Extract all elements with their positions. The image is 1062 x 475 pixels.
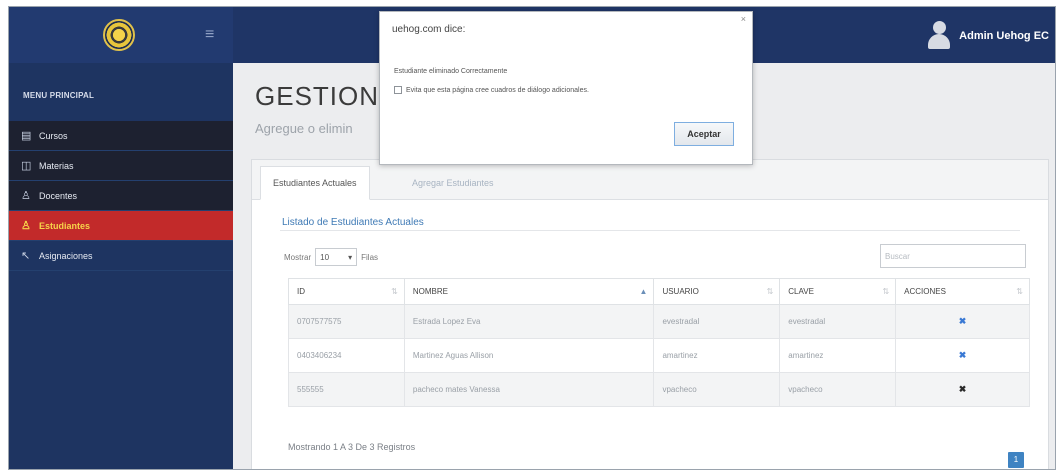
table-row: 0707577575 Estrada Lopez Eva evestradal … (288, 304, 1030, 339)
cell-usuario: evestradal (653, 304, 781, 339)
avatar-icon (927, 21, 951, 51)
book-icon: ◫ (21, 160, 32, 172)
sidebar-item-docentes[interactable]: ♙ Docentes (9, 181, 233, 211)
sidebar: MENU PRINCIPAL ▤ Cursos ◫ Materias ♙ Doc… (9, 63, 233, 469)
alert-dialog: uehog.com dice: × Estudiante eliminado C… (379, 11, 753, 165)
app-window: ≡ Admin Uehog EC MENU PRINCIPAL ▤ Cursos… (8, 6, 1056, 470)
sidebar-item-label: Cursos (39, 130, 68, 141)
cell-usuario: amartinez (653, 338, 781, 373)
delete-icon[interactable]: ✖ (895, 372, 1030, 407)
search-input[interactable]: Buscar (880, 244, 1026, 268)
students-card: Estudiantes Actuales Agregar Estudiantes… (251, 159, 1049, 469)
accept-button[interactable]: Aceptar (674, 122, 734, 146)
length-suffix: Filas (361, 252, 379, 262)
tab-agregar-estudiantes[interactable]: Agregar Estudiantes (400, 166, 506, 200)
page-length-value: 10 (320, 252, 330, 262)
checkbox-icon[interactable] (394, 86, 402, 94)
chevron-down-icon: ▾ (348, 252, 353, 262)
user-name: Admin Uehog EC (959, 30, 1049, 42)
table-info: Mostrando 1 A 3 De 3 Registros (288, 442, 416, 452)
hamburger-icon[interactable]: ≡ (205, 27, 214, 43)
table-row: 0403406234 Martinez Aguas Allison amarti… (288, 338, 1030, 373)
user-menu[interactable]: Admin Uehog EC (927, 21, 1049, 51)
cell-clave: evestradal (779, 304, 897, 339)
length-prefix: Mostrar (284, 252, 312, 262)
cell-nombre: Martinez Aguas Allison (403, 338, 655, 373)
sidebar-item-estudiantes[interactable]: ♙ Estudiantes (9, 211, 233, 241)
list-title: Listado de Estudiantes Actuales (282, 217, 424, 228)
cell-id: 0403406234 (288, 338, 405, 373)
sidebar-item-materias[interactable]: ◫ Materias (9, 151, 233, 181)
cell-nombre: Estrada Lopez Eva (403, 304, 655, 339)
sidebar-item-cursos[interactable]: ▤ Cursos (9, 121, 233, 151)
column-header-acciones[interactable]: ACCIONES ⇅ (895, 278, 1030, 305)
column-header-nombre[interactable]: NOMBRE ▲ (403, 278, 655, 305)
cell-id: 555555 (288, 372, 405, 407)
user-icon: ♙ (21, 220, 31, 232)
suppress-dialogs-checkbox[interactable]: Evita que esta página cree cuadros de di… (394, 86, 589, 94)
sort-icon: ⇅ (1016, 287, 1023, 296)
column-header-clave[interactable]: CLAVE ⇅ (779, 278, 897, 305)
seal-logo-icon[interactable] (103, 19, 135, 51)
column-header-usuario[interactable]: USUARIO ⇅ (653, 278, 781, 305)
link-icon: ↖ (21, 250, 31, 262)
sort-icon: ⇅ (766, 287, 774, 296)
page-length-control: Mostrar 10 ▾ Filas (284, 248, 378, 266)
delete-icon[interactable]: ✖ (895, 338, 1030, 373)
dialog-message: Estudiante eliminado Correctamente (394, 68, 508, 75)
page-length-select[interactable]: 10 ▾ (315, 248, 358, 266)
cell-clave: vpacheco (779, 372, 897, 407)
students-table: ID ⇅ NOMBRE ▲ USUARIO ⇅ CLAVE ⇅ ACCIONES ⇅ 07… (288, 278, 1030, 407)
close-icon[interactable]: × (741, 14, 746, 24)
cell-id: 0707577575 (288, 304, 405, 339)
tab-estudiantes-actuales[interactable]: Estudiantes Actuales (260, 166, 370, 200)
table-header-row: ID ⇅ NOMBRE ▲ USUARIO ⇅ CLAVE ⇅ ACCIONES ⇅ (288, 278, 1030, 305)
table-row: 555555 pacheco mates Vanessa vpacheco vp… (288, 372, 1030, 407)
pagination-page-button[interactable]: 1 (1008, 452, 1024, 468)
cell-nombre: pacheco mates Vanessa (403, 372, 655, 407)
sort-asc-icon: ▲ (639, 287, 648, 296)
sort-icon: ⇅ (391, 287, 398, 296)
page-subtitle: Agregue o elimin (255, 121, 353, 136)
sidebar-item-label: Asignaciones (39, 250, 93, 261)
dialog-title: uehog.com dice: (392, 24, 466, 35)
delete-icon[interactable]: ✖ (895, 304, 1030, 339)
sidebar-item-label: Estudiantes (39, 220, 91, 231)
divider (280, 230, 1020, 231)
sidebar-item-asignaciones[interactable]: ↖ Asignaciones (9, 241, 233, 271)
user-icon: ♙ (21, 190, 31, 202)
menu-title: MENU PRINCIPAL (23, 91, 95, 100)
cell-clave: amartinez (779, 338, 897, 373)
column-header-id[interactable]: ID ⇅ (288, 278, 405, 305)
cell-usuario: vpacheco (653, 372, 781, 407)
sort-icon: ⇅ (882, 287, 890, 296)
sidebar-item-label: Docentes (39, 190, 78, 201)
calendar-icon: ▤ (21, 130, 32, 142)
sidebar-item-label: Materias (39, 160, 74, 171)
page-title: GESTION (255, 81, 380, 111)
tab-bar: Estudiantes Actuales Agregar Estudiantes (252, 160, 1048, 200)
checkbox-label: Evita que esta página cree cuadros de di… (406, 86, 589, 94)
logo-area: ≡ (9, 7, 233, 63)
